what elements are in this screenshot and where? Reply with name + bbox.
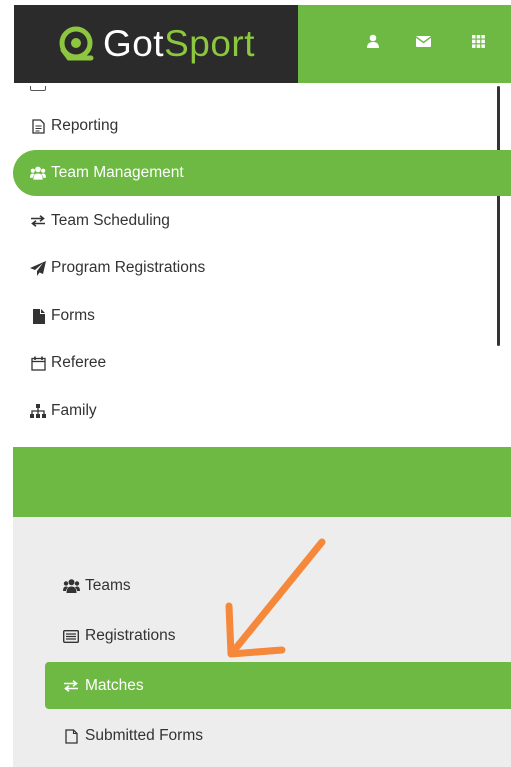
annotation-arrow-icon (225, 538, 326, 658)
